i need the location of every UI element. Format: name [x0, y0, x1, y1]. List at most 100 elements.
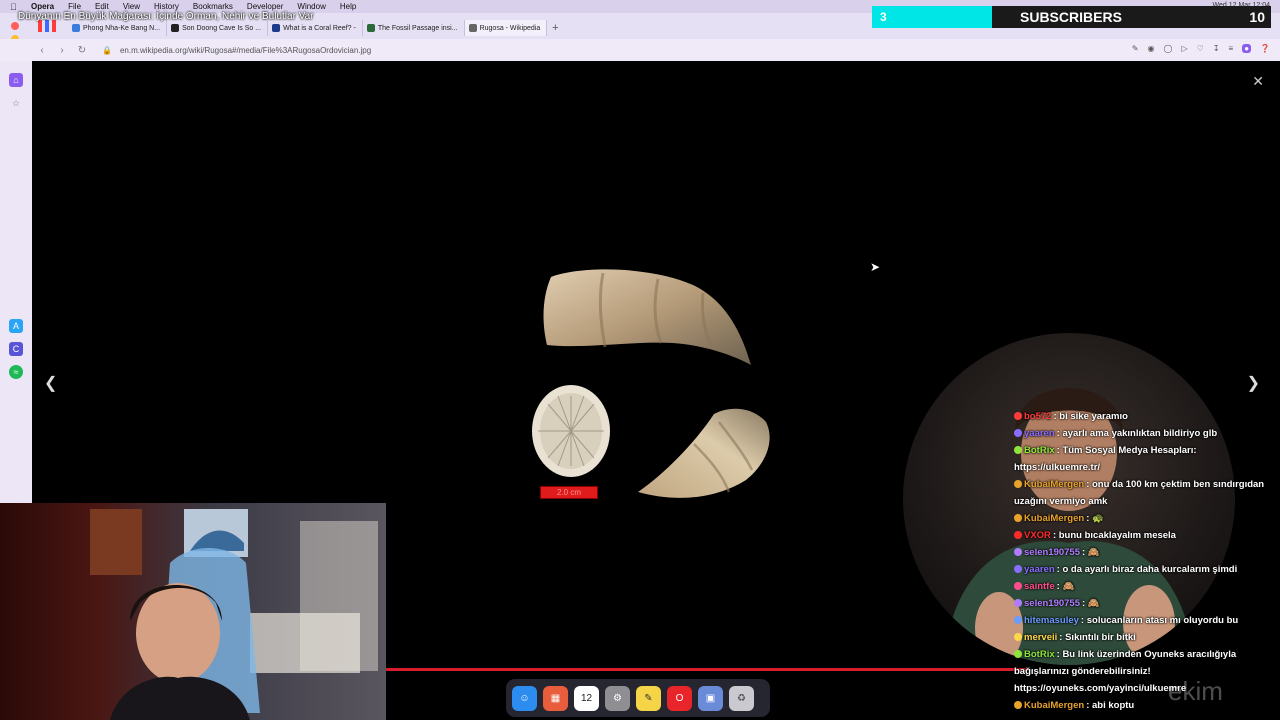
star-icon[interactable]: ☆ — [9, 96, 23, 110]
launchpad-icon[interactable]: ▦ — [543, 685, 568, 711]
menu-view[interactable]: View — [123, 2, 140, 11]
macos-dock: ☺ ▦ 12 ⚙ ✎ O ▣ ♻ — [506, 679, 770, 717]
rugosa-fossil-horn — [638, 408, 770, 498]
play-icon[interactable]: ▷ — [1181, 44, 1187, 53]
chat-username[interactable]: KubaiMergen — [1024, 479, 1084, 490]
chat-username[interactable]: hitemasuley — [1024, 615, 1079, 626]
trash-icon[interactable]: ♻ — [729, 685, 754, 711]
chat-username[interactable]: merveii — [1024, 632, 1057, 643]
tab-favicon — [366, 24, 375, 32]
chat-message: KubaiMergen: abi koptu — [1014, 697, 1266, 714]
tab-favicon — [272, 24, 281, 32]
lock-icon: 🔒 — [102, 45, 112, 55]
menu-window[interactable]: Window — [297, 2, 325, 11]
apple-icon[interactable]:  — [10, 2, 22, 12]
streamer-webcam — [0, 503, 386, 720]
easy-setup-icon[interactable]: ❓ — [1260, 44, 1270, 53]
menu-help[interactable]: Help — [340, 2, 356, 11]
close-window-icon[interactable] — [11, 22, 19, 30]
menu-history[interactable]: History — [154, 2, 179, 11]
notes-icon[interactable]: ✎ — [636, 685, 661, 711]
chat-username[interactable]: saintfe — [1024, 581, 1055, 592]
chat-badge-icon — [1014, 582, 1022, 590]
edit-icon[interactable]: ✎ — [1132, 44, 1139, 53]
settings-icon[interactable]: ⚙ — [605, 685, 630, 711]
home-icon[interactable]: ⌂ — [9, 73, 23, 87]
chat-message: KubaiMergen: onu da 100 km çektim ben sı… — [1014, 476, 1266, 510]
download-icon[interactable]: ↧ — [1213, 44, 1220, 53]
chat-message: selen190755: 🙈 — [1014, 544, 1266, 561]
tab-label: Rugosa - Wikipedia — [479, 24, 541, 32]
menu-icon[interactable]: ≡ — [1229, 44, 1234, 53]
chat-badge-icon — [1014, 412, 1022, 420]
chat-username[interactable]: yaaren — [1024, 564, 1055, 575]
calendar-icon[interactable]: 12 — [574, 685, 599, 711]
chat-badge-icon — [1014, 514, 1022, 522]
camera-icon[interactable]: ◉ — [1148, 44, 1155, 53]
forward-icon[interactable]: › — [52, 45, 72, 56]
address-bar: ‹ › ↻ 🔒 en.m.wikipedia.org/wiki/Rugosa#/… — [0, 39, 1280, 61]
chatgpt-icon[interactable]: C — [9, 342, 23, 356]
menu-app[interactable]: Opera — [31, 2, 54, 11]
profile-icon[interactable]: ● — [1242, 44, 1252, 53]
rugosa-fossil-cross-section — [532, 385, 610, 477]
tab-label: The Fossil Passage insi... — [377, 24, 458, 32]
new-tab-button[interactable]: + — [547, 20, 563, 36]
chat-username[interactable]: yaaren — [1024, 428, 1055, 439]
next-image-icon[interactable]: ❯ — [1247, 373, 1260, 393]
tab-fossil-passage[interactable]: The Fossil Passage insi... — [363, 20, 465, 36]
chat-username[interactable]: KubaiMergen — [1024, 700, 1084, 711]
spotify-icon[interactable]: ≈ — [9, 365, 23, 379]
menu-developer[interactable]: Developer — [247, 2, 283, 11]
chat-username[interactable]: KubaiMergen — [1024, 513, 1084, 524]
chat-username[interactable]: BotRix — [1024, 445, 1055, 456]
chat-text: 🐢 — [1092, 513, 1104, 524]
finder-icon[interactable]: ☺ — [512, 685, 537, 711]
chat-message: BotRix: Tüm Sosyal Medya Hesapları: http… — [1014, 442, 1266, 476]
opera-sidebar: ⌂ ☆ A C ≈ — [0, 61, 32, 503]
chat-username[interactable]: selen190755 — [1024, 547, 1080, 558]
close-viewer-icon[interactable]: ✕ — [1252, 73, 1264, 90]
chat-text: solucanların atası mı oluyordu bu — [1086, 615, 1239, 626]
opera-icon[interactable]: O — [667, 685, 692, 711]
reload-icon[interactable]: ↻ — [72, 45, 92, 56]
tab-favicon — [171, 24, 180, 32]
chat-username[interactable]: selen190755 — [1024, 598, 1080, 609]
menu-edit[interactable]: Edit — [95, 2, 109, 11]
toolbar-icons: ✎ ◉ ◯ ▷ ♡ ↧ ≡ ● ❓ — [1132, 44, 1270, 53]
back-icon[interactable]: ‹ — [32, 45, 52, 56]
url-field[interactable]: en.m.wikipedia.org/wiki/Rugosa#/media/Fi… — [120, 46, 371, 55]
menu-bookmarks[interactable]: Bookmarks — [193, 2, 233, 11]
tab-coral-reef[interactable]: What is a Coral Reef? - — [268, 20, 363, 36]
tab-rugosa[interactable]: Rugosa - Wikipedia — [464, 20, 548, 36]
chat-message: bo572: bi sike yaramıo — [1014, 408, 1266, 425]
shield-icon[interactable]: ◯ — [1164, 44, 1173, 53]
chat-text: bi sike yaramıo — [1059, 411, 1128, 422]
tab-son-doong[interactable]: Son Doong Cave Is So ... — [167, 20, 269, 36]
chat-message: yaaren: o da ayarlı biraz daha kurcaları… — [1014, 561, 1266, 578]
webcam-scene — [90, 509, 378, 720]
chat-badge-icon — [1014, 701, 1022, 709]
chat-username[interactable]: BotRix — [1024, 649, 1055, 660]
chat-badge-icon — [1014, 429, 1022, 437]
tab-label: Son Doong Cave Is So ... — [182, 24, 262, 32]
chat-badge-icon — [1014, 531, 1022, 539]
menu-file[interactable]: File — [68, 2, 81, 11]
chat-message: selen190755: 🙈 — [1014, 595, 1266, 612]
subscriber-goal-bar: 3 SUBSCRIBERS 10 — [872, 6, 1271, 28]
chat-text: ayarlı ama yakınlıktan bildiriyo glb — [1062, 428, 1218, 439]
chat-username[interactable]: VXOR — [1024, 530, 1051, 541]
chat-text: abi koptu — [1092, 700, 1135, 711]
chat-message: saintfe: 🙈 — [1014, 578, 1266, 595]
tab-phong-nha[interactable]: Phong Nha-Ke Bang N... — [68, 20, 168, 36]
app-store-icon[interactable]: A — [9, 319, 23, 333]
chat-text: 🙈 — [1087, 547, 1100, 558]
chat-text: bunu bıcaklayalım mesela — [1058, 530, 1176, 541]
heart-icon[interactable]: ♡ — [1197, 44, 1204, 53]
chat-badge-icon — [1014, 616, 1022, 624]
chat-username[interactable]: bo572 — [1024, 411, 1051, 422]
tab-favicon — [72, 24, 80, 32]
preview-icon[interactable]: ▣ — [698, 685, 723, 711]
previous-image-icon[interactable]: ❮ — [44, 373, 57, 393]
mouse-cursor-icon: ➤ — [870, 260, 881, 274]
